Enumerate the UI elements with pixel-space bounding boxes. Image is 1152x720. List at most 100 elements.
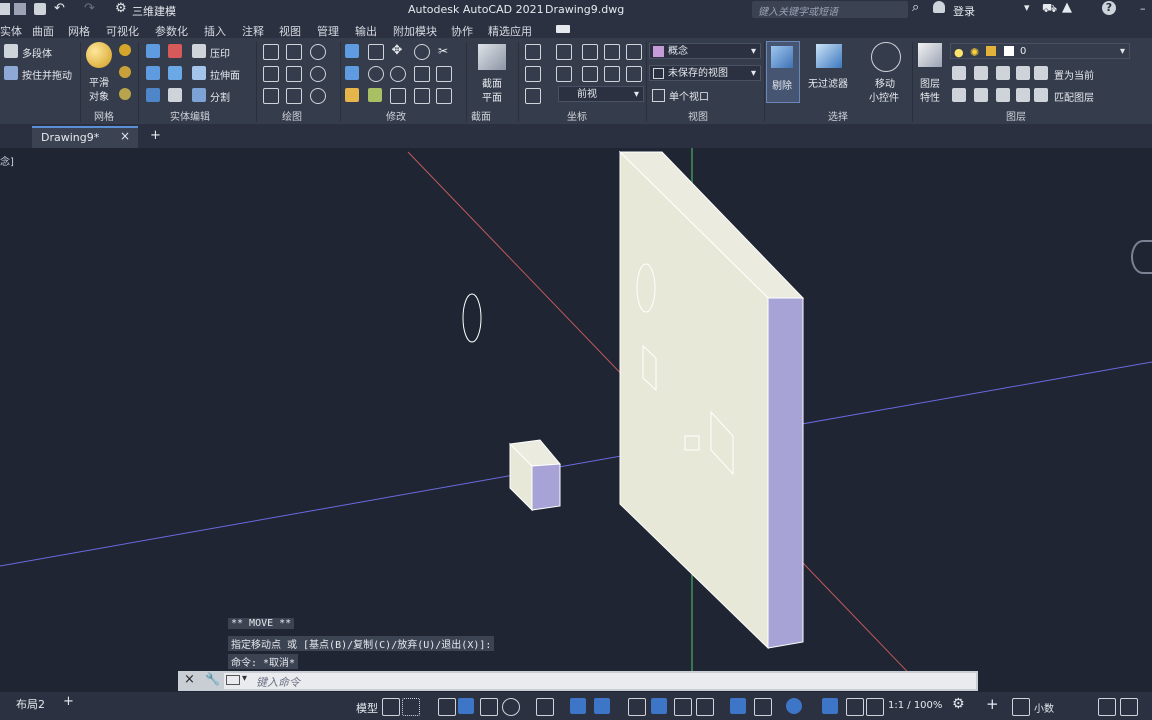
command-input-field[interactable]: ▾ 键入命令 [224,673,976,689]
search-box[interactable]: 键入关键字或短语 [752,1,908,18]
isodraft-icon[interactable] [536,698,554,716]
named-view-dropdown[interactable]: 未保存的视图 ▾ [649,65,761,81]
interfere-icon[interactable] [146,88,160,102]
lineweight-icon[interactable] [628,698,646,716]
thicken-icon[interactable] [168,66,182,80]
search-icon[interactable]: ⌕ [912,0,919,15]
copy-icon[interactable] [390,88,406,104]
ucs-x-icon[interactable] [582,44,598,60]
plate-side-face[interactable] [767,297,804,649]
signin-link[interactable]: 登录 [953,3,975,19]
subtract-icon[interactable] [168,44,182,58]
gear-icon[interactable]: ⚙ [952,696,965,712]
tab-manage[interactable]: 管理 [317,23,339,39]
annotation-scale-icon[interactable] [866,698,884,716]
viewcube-icon[interactable] [1131,240,1152,274]
panel-layers[interactable]: 图层 [1006,108,1026,123]
circle-icon[interactable] [310,66,326,82]
mesh-sphere-icon[interactable] [119,44,131,56]
section-plane-label-top[interactable]: 截面 [482,75,502,90]
infer-constraints-icon[interactable] [438,698,456,716]
plate-front-face[interactable] [619,150,769,650]
view-direction-dropdown[interactable]: 前视 ▾ [558,86,644,102]
help-icon[interactable]: ? [1102,1,1116,15]
extract-edges-icon[interactable] [168,88,182,102]
layer-freeze-icon[interactable] [996,66,1010,80]
panel-draw[interactable]: 绘图 [282,108,302,123]
command-input[interactable]: 键入命令 [256,674,300,690]
cube-side-face[interactable] [531,463,561,511]
fillet-icon[interactable] [436,66,452,82]
quick-properties-icon[interactable] [1098,698,1116,716]
ellipse-icon[interactable] [310,88,326,104]
layer-off-icon[interactable] [952,66,966,80]
user-icon[interactable] [933,1,945,13]
annotation-scale-value[interactable]: 1:1 / 100% [888,700,942,711]
layer-on-icon[interactable] [952,88,966,102]
panel-section[interactable]: 截面 [471,108,491,123]
undo-icon[interactable]: ↶ [54,1,65,16]
smooth-object-label-top[interactable]: 平滑 [89,74,109,89]
ribbon-toggle-icon[interactable] [556,25,570,33]
construction-line-icon[interactable] [286,66,302,82]
no-filter-button[interactable]: 无过滤器 [808,75,848,90]
3d-osnap-icon[interactable] [696,698,714,716]
search-input[interactable]: 键入关键字或短语 [758,3,838,18]
panel-coordinates[interactable]: 坐标 [567,108,587,123]
tab-drawing9[interactable]: Drawing9* × [32,126,138,148]
mesh-crease-icon[interactable] [119,88,131,100]
polygon-icon[interactable] [263,88,279,104]
workspace-switcher[interactable]: 三维建模 [132,3,176,19]
slice-icon[interactable] [146,66,160,80]
tab-featured-apps[interactable]: 精选应用 [488,23,532,39]
ortho-icon[interactable] [480,698,498,716]
mirror-icon[interactable] [345,44,359,58]
selection-cycling-icon[interactable] [674,698,692,716]
ucs-origin-icon[interactable] [556,66,572,82]
panel-selection[interactable]: 选择 [828,108,848,123]
single-viewport-button[interactable]: 单个视口 [669,88,709,103]
explode-icon[interactable] [414,88,430,104]
layer-unlock-icon[interactable] [1016,88,1030,102]
section-plane-label-bottom[interactable]: 平面 [482,89,502,104]
separate-button[interactable]: 分割 [210,89,230,104]
move-gizmo-label-top[interactable]: 移动 [875,75,895,90]
set-current-button[interactable]: 置为当前 [1054,67,1094,82]
line-icon[interactable] [263,44,279,60]
ucs-3point-icon[interactable] [525,88,541,104]
ucs-face-icon[interactable] [626,66,642,82]
union-icon[interactable] [146,44,160,58]
model-viewport[interactable]: 念] ** MOVE ** 指定移动点 或 [基点(B)/复制(C)/放弃(U)… [0,148,1152,691]
layer-unisolate-icon[interactable] [974,88,988,102]
units-icon[interactable] [1012,698,1030,716]
redo-icon[interactable]: ↷ [84,1,95,16]
wrench-icon[interactable]: 🔧 [205,672,220,686]
mesh-refine-icon[interactable] [119,66,131,78]
smooth-object-label-bottom[interactable]: 对象 [89,88,109,103]
tab-view[interactable]: 视图 [279,23,301,39]
match-layer-button[interactable]: 匹配图层 [1054,89,1094,104]
snap-icon[interactable] [402,698,420,716]
arc-icon[interactable] [310,44,326,60]
rotate-icon[interactable] [390,66,406,82]
move-icon[interactable]: ✥ [390,44,404,58]
close-icon[interactable]: × [120,129,130,143]
annotation-visibility-icon[interactable] [822,698,838,714]
3d-array-icon[interactable] [368,66,384,82]
tab-addins[interactable]: 附加模块 [393,23,437,39]
transparency-icon[interactable] [651,698,667,714]
autodesk-icon[interactable]: ▲ [1062,0,1072,15]
tab-collaborate[interactable]: 协作 [451,23,473,39]
object-snap-tracking-icon[interactable] [570,698,586,714]
presspull-button[interactable]: 按住并拖动 [22,67,72,82]
culling-button[interactable]: 剔除 [766,41,800,103]
offset-icon[interactable] [368,44,384,60]
panel-modify[interactable]: 修改 [386,108,406,123]
add-layout-icon[interactable]: + [63,694,74,709]
array-icon[interactable] [414,44,430,60]
polysolid-button[interactable]: 多段体 [22,45,52,60]
layer-properties-label-bottom[interactable]: 特性 [920,89,940,104]
chamfer-edge-icon[interactable] [368,88,382,102]
polar-icon[interactable] [502,698,520,716]
3d-align-icon[interactable] [345,66,359,80]
